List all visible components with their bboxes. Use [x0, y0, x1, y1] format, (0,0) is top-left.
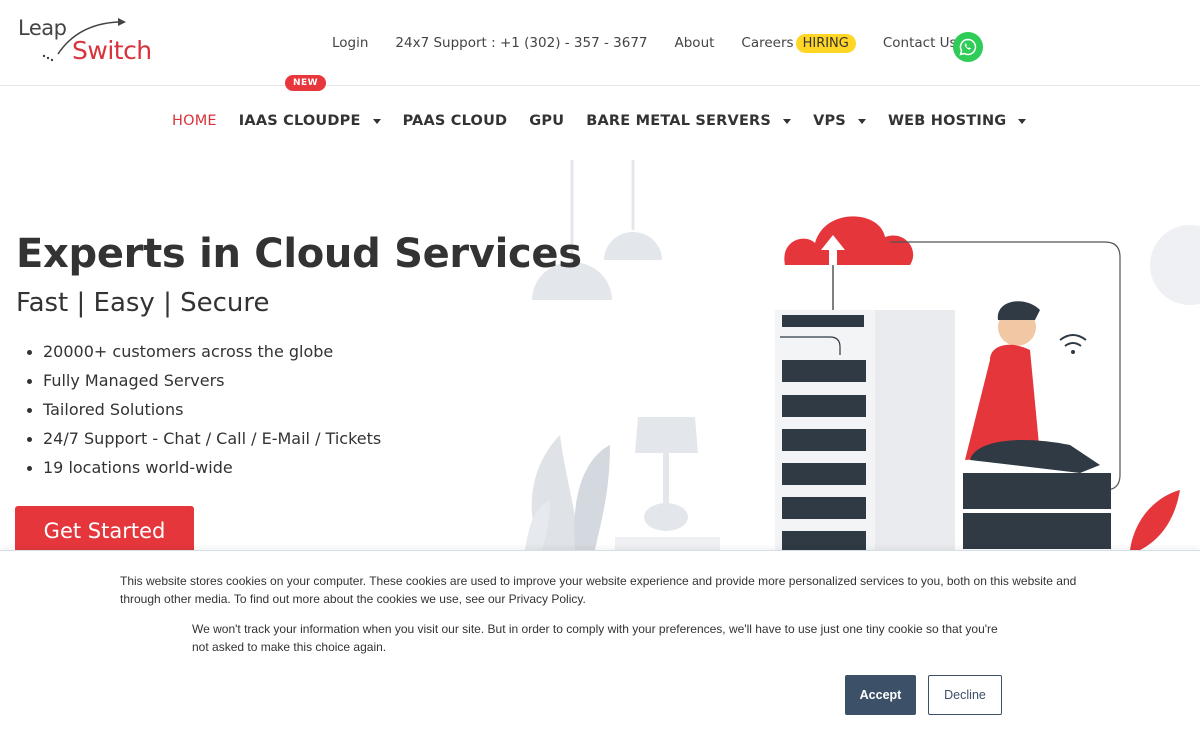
nav-paas-cloud[interactable]: PAAS CLOUD — [403, 113, 508, 129]
nav-bare-metal-servers[interactable]: BARE METAL SERVERS — [586, 113, 792, 129]
feature-item: Fully Managed Servers — [25, 371, 381, 400]
feature-item: 20000+ customers across the globe — [25, 342, 381, 371]
nav-vps-label: VPS — [813, 113, 846, 129]
cookie-secondary-text: We won't track your information when you… — [192, 622, 998, 654]
contact-us-link[interactable]: Contact Us — [883, 35, 957, 51]
feature-list: 20000+ customers across the globe Fully … — [25, 342, 381, 487]
feature-item: Tailored Solutions — [25, 400, 381, 429]
feature-item: 19 locations world-wide — [25, 458, 381, 487]
hiring-badge: HIRING — [795, 33, 856, 53]
caret-down-icon — [372, 118, 381, 124]
nav-iaas-cloudpe[interactable]: IAAS CLOUDPE — [239, 113, 381, 129]
feature-item: 24/7 Support - Chat / Call / E-Mail / Ti… — [25, 429, 381, 458]
caret-down-icon — [783, 118, 792, 124]
top-bar: Leap Switch Login 24x7 Support : +1 (302… — [0, 0, 1200, 86]
nav-gpu-label: GPU — [529, 113, 565, 129]
logo-switch-text: Switch — [72, 36, 152, 65]
whatsapp-glyph-icon — [959, 38, 977, 56]
new-badge: NEW — [285, 75, 327, 91]
nav-home[interactable]: HOME — [172, 113, 217, 129]
hero-subtitle: Fast | Easy | Secure — [16, 288, 270, 318]
logo[interactable]: Leap Switch — [18, 14, 168, 72]
nav-vps[interactable]: VPS — [813, 113, 866, 129]
nav-iaas-label: IAAS CLOUDPE — [238, 113, 361, 129]
nav-web-hosting[interactable]: WEB HOSTING — [887, 113, 1027, 129]
top-links: Login 24x7 Support : +1 (302) - 357 - 36… — [332, 32, 984, 54]
about-link[interactable]: About — [675, 35, 715, 51]
caret-down-icon — [857, 118, 866, 124]
cookie-banner: This website stores cookies on your comp… — [0, 550, 1200, 740]
careers-label: Careers — [741, 35, 794, 51]
cookie-text: This website stores cookies on your comp… — [120, 574, 1077, 606]
support-phone-link[interactable]: 24x7 Support : +1 (302) - 357 - 3677 — [395, 35, 647, 51]
nav-gpu[interactable]: GPU — [529, 113, 564, 129]
whatsapp-icon[interactable] — [953, 32, 983, 62]
nav-home-label: HOME — [172, 113, 217, 129]
caret-down-icon — [1018, 118, 1027, 124]
nav-web-hosting-label: WEB HOSTING — [887, 113, 1007, 129]
get-started-button[interactable]: Get Started — [15, 506, 194, 556]
hero-illustration — [525, 160, 1200, 555]
nav-paas-label: PAAS CLOUD — [402, 113, 508, 129]
main-nav: HOME IAAS CLOUDPE PAAS CLOUD GPU BARE ME… — [0, 86, 1200, 160]
accept-button[interactable]: Accept — [845, 675, 916, 715]
nav-bare-metal-label: BARE METAL SERVERS — [586, 113, 772, 129]
decline-button[interactable]: Decline — [928, 675, 1002, 715]
careers-link[interactable]: Careers HIRING — [741, 33, 856, 53]
logo-leap-text: Leap — [18, 16, 67, 40]
login-link[interactable]: Login — [332, 35, 368, 51]
hero-title: Experts in Cloud Services — [16, 231, 582, 277]
